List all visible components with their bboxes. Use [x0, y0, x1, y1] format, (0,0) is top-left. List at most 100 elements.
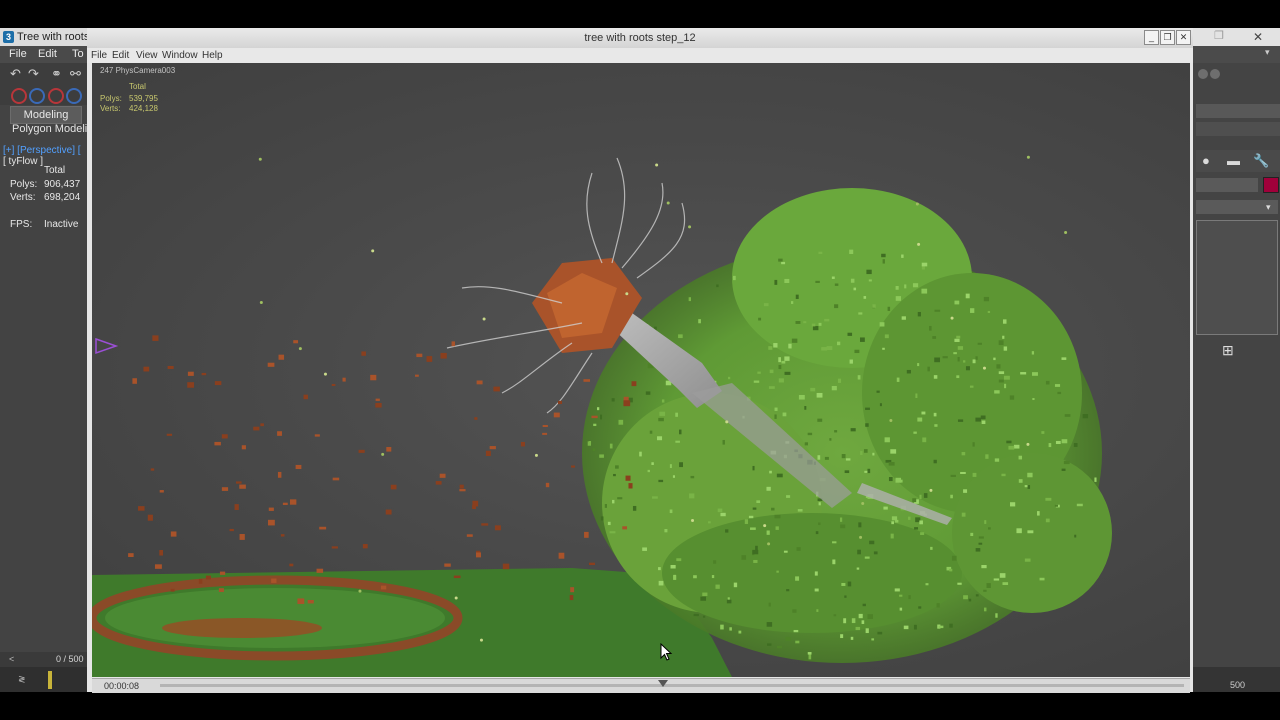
- curve-editor-icon[interactable]: ≷: [18, 674, 26, 685]
- configure-modifier-icon[interactable]: ⊞: [1222, 342, 1234, 359]
- leaf-speck: [698, 319, 701, 324]
- create-tab-icon[interactable]: ●: [1202, 150, 1210, 172]
- link-icon[interactable]: ⚭: [51, 63, 62, 85]
- chevron-down-icon[interactable]: ▾: [1266, 200, 1271, 214]
- close-icon[interactable]: ✕: [1176, 30, 1191, 45]
- menu-file[interactable]: File: [9, 46, 27, 63]
- leaf-speck: [690, 475, 695, 479]
- track-bar[interactable]: [0, 667, 88, 692]
- leaf-speck: [858, 613, 863, 619]
- leaf-speck: [866, 269, 872, 275]
- viewport-label[interactable]: [+] [Perspective] [: [3, 145, 81, 156]
- render-viewport[interactable]: [92, 63, 1190, 677]
- debris-chunk: [485, 450, 491, 456]
- playhead-marker[interactable]: [658, 680, 668, 687]
- rw-menu-help[interactable]: Help: [202, 48, 223, 63]
- leaf-speck: [983, 589, 987, 592]
- leaf-speck: [818, 251, 823, 254]
- leaf-speck: [840, 634, 844, 639]
- leaf-speck: [670, 564, 676, 569]
- debris-chunk: [375, 398, 380, 401]
- unlink-icon[interactable]: ⚯: [70, 63, 81, 85]
- leaf-speck: [953, 352, 957, 355]
- leaf-speck: [881, 253, 886, 258]
- display-tab-icon[interactable]: ▬: [1227, 150, 1240, 172]
- leaf-speck: [675, 440, 680, 443]
- debris-chunk: [444, 563, 451, 567]
- leaf-speck: [778, 357, 781, 363]
- menu-edit[interactable]: Edit: [38, 46, 57, 63]
- keyframe-marker[interactable]: [48, 671, 52, 689]
- leaf-speck: [782, 412, 787, 417]
- select-object-icon[interactable]: [48, 88, 64, 104]
- leaf-speck: [841, 582, 846, 586]
- leaf-speck: [975, 417, 981, 422]
- leaf-speck: [975, 594, 979, 597]
- leaf-speck: [853, 287, 857, 291]
- select-filter-icon[interactable]: [11, 88, 27, 104]
- object-color-swatch[interactable]: [1263, 177, 1279, 193]
- debris-chunk: [267, 362, 275, 367]
- leaf-speck: [1006, 440, 1012, 444]
- rw-menu-window[interactable]: Window: [162, 48, 198, 63]
- leaf-speck: [803, 321, 807, 324]
- debris-chunk: [453, 575, 461, 579]
- minimize-icon[interactable]: _: [1144, 30, 1159, 45]
- leaf-speck: [744, 519, 749, 524]
- leaf-speck: [815, 531, 819, 535]
- debris-chunk: [474, 417, 478, 420]
- leaf-speck: [766, 486, 771, 491]
- debris-chunk: [239, 484, 246, 489]
- leaf-speck: [700, 596, 707, 601]
- select-region-icon[interactable]: [29, 88, 45, 104]
- restore-window-icon[interactable]: ❐: [1214, 29, 1224, 42]
- leaf-speck: [972, 359, 976, 364]
- redo-icon[interactable]: ↷: [28, 63, 39, 85]
- leaf-speck: [963, 489, 968, 493]
- time-prev-icon[interactable]: <: [9, 652, 14, 667]
- leaf-speck: [921, 262, 928, 267]
- debris-chunk: [221, 487, 229, 491]
- rw-menu-view[interactable]: View: [136, 48, 158, 63]
- leaf-speck: [600, 516, 604, 521]
- leaf-speck: [1024, 558, 1031, 562]
- close-window-icon[interactable]: ✕: [1253, 28, 1263, 46]
- leaf-speck: [649, 430, 653, 434]
- rw-menu-file[interactable]: File: [91, 48, 107, 63]
- leaf-speck: [978, 536, 984, 539]
- debris-chunk: [493, 386, 500, 392]
- debris-chunk: [545, 482, 550, 488]
- undo-icon[interactable]: ↶: [10, 63, 21, 85]
- floating-leaf: [915, 202, 919, 206]
- debris-chunk: [358, 449, 365, 453]
- modifier-stack-list[interactable]: [1196, 220, 1278, 335]
- utilities-tab-icon[interactable]: 🔧: [1253, 150, 1269, 172]
- playback-slider[interactable]: [160, 684, 1184, 687]
- floating-leaf: [1026, 442, 1030, 446]
- debris-chunk: [277, 431, 282, 436]
- maximize-icon[interactable]: ❐: [1160, 30, 1175, 45]
- rw-stats-polys-value: 539,795: [129, 94, 158, 103]
- leaf-speck: [888, 462, 895, 466]
- leaf-speck: [657, 436, 663, 441]
- move-tool-icon[interactable]: [66, 88, 82, 104]
- debris-chunk: [187, 382, 195, 388]
- menu-tools[interactable]: To: [72, 46, 84, 63]
- debris-chunk: [241, 445, 246, 450]
- leaf-speck: [857, 549, 861, 555]
- leaf-speck: [918, 606, 922, 609]
- leaf-speck: [1054, 384, 1061, 387]
- rw-menu-edit[interactable]: Edit: [112, 48, 129, 63]
- menu-expand-icon[interactable]: ▾: [1265, 47, 1270, 58]
- leaf-speck: [816, 392, 823, 398]
- leaf-speck: [899, 607, 903, 611]
- rw-stats-total: Total: [129, 82, 146, 91]
- ribbon-subtab-polygon-modeling[interactable]: Polygon Modelin: [12, 122, 93, 136]
- object-name-field[interactable]: [1196, 178, 1258, 192]
- debris-chunk: [584, 531, 589, 538]
- leaf-speck: [658, 580, 664, 586]
- floating-leaf: [1064, 231, 1068, 235]
- floating-leaf: [381, 452, 385, 456]
- leaf-speck: [1001, 473, 1006, 477]
- leaf-speck: [795, 321, 801, 324]
